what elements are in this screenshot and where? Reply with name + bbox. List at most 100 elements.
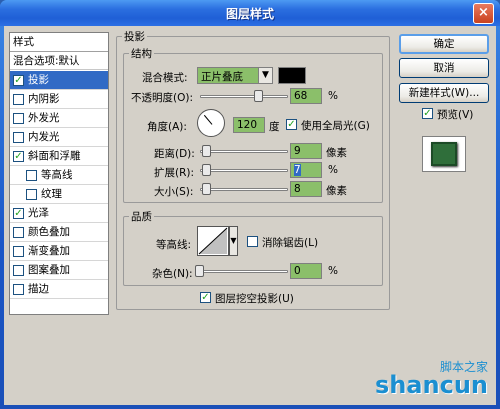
style-item-texture[interactable]: 纹理: [10, 185, 108, 204]
blend-mode-label: 混合模式:: [142, 72, 188, 84]
style-item-label: 内发光: [28, 131, 60, 143]
styles-list: 样式 混合选项:默认 ✓ 投影 内阴影 外发光 内发光 ✓ 斜面和浮雕 等高线 …: [9, 32, 109, 315]
style-item-color-overlay[interactable]: 颜色叠加: [10, 223, 108, 242]
style-item-bevel-emboss[interactable]: ✓ 斜面和浮雕: [10, 147, 108, 166]
style-item-label: 颜色叠加: [28, 226, 70, 238]
angle-label: 角度(A):: [147, 121, 187, 133]
preview-checkbox[interactable]: ✓: [422, 108, 433, 119]
global-light-checkbox[interactable]: ✓: [286, 119, 297, 130]
checkbox-icon[interactable]: [26, 189, 37, 200]
size-input[interactable]: 8: [290, 181, 322, 197]
checkbox-icon[interactable]: ✓: [13, 151, 24, 162]
style-item-drop-shadow[interactable]: ✓ 投影: [10, 71, 108, 90]
quality-title: 品质: [129, 209, 154, 224]
opacity-unit: %: [328, 90, 338, 102]
new-style-button[interactable]: 新建样式(W)...: [399, 83, 489, 103]
noise-slider-track[interactable]: [200, 270, 288, 273]
blend-mode-select[interactable]: 正片叠底 ▼: [197, 67, 273, 84]
anti-alias-checkbox[interactable]: [247, 236, 258, 247]
checkbox-icon[interactable]: [13, 113, 24, 124]
noise-slider-thumb[interactable]: [195, 265, 204, 277]
checkbox-icon[interactable]: [13, 246, 24, 257]
angle-unit: 度: [269, 121, 280, 133]
opacity-slider-thumb[interactable]: [254, 90, 263, 102]
distance-unit: 像素: [326, 147, 347, 159]
size-slider-track[interactable]: [200, 188, 288, 191]
ok-button[interactable]: 确定: [399, 34, 489, 54]
shadow-color-swatch[interactable]: [278, 67, 306, 84]
blend-options-item[interactable]: 混合选项:默认: [10, 52, 108, 70]
spread-value: 7: [294, 164, 301, 176]
style-item-label: 斜面和浮雕: [28, 150, 81, 162]
style-item-contour[interactable]: 等高线: [10, 166, 108, 185]
window-title: 图层样式: [225, 7, 274, 21]
contour-label: 等高线:: [156, 239, 192, 251]
noise-input[interactable]: 0: [290, 263, 322, 279]
style-item-stroke[interactable]: 描边: [10, 280, 108, 299]
preview-label[interactable]: 预览(V): [437, 107, 473, 122]
checkbox-icon[interactable]: [13, 227, 24, 238]
preview-swatch-inner: [431, 142, 457, 166]
global-light-label[interactable]: 使用全局光(G): [301, 118, 370, 133]
size-slider-thumb[interactable]: [202, 183, 211, 195]
drop-shadow-title: 投影: [122, 29, 147, 44]
style-item-label: 等高线: [41, 169, 73, 181]
style-item-label: 描边: [28, 283, 49, 295]
style-item-label: 内阴影: [28, 93, 60, 105]
angle-input[interactable]: 120: [233, 117, 265, 133]
style-item-outer-glow[interactable]: 外发光: [10, 109, 108, 128]
style-item-inner-glow[interactable]: 内发光: [10, 128, 108, 147]
checkbox-icon[interactable]: [13, 265, 24, 276]
dialog-window: 图层样式 × 样式 混合选项:默认 ✓ 投影 内阴影 外发光 内发光 ✓ 斜面和…: [0, 0, 500, 409]
distance-slider-track[interactable]: [200, 150, 288, 153]
spread-input[interactable]: 7: [290, 162, 322, 178]
contour-picker[interactable]: [197, 226, 229, 256]
checkbox-icon[interactable]: ✓: [13, 75, 24, 86]
spread-unit: %: [328, 164, 338, 176]
spread-label: 扩展(R):: [154, 167, 195, 179]
chevron-down-icon[interactable]: ▼: [258, 68, 272, 83]
noise-label: 杂色(N):: [152, 268, 193, 280]
checkbox-icon[interactable]: ✓: [13, 208, 24, 219]
dialog-client: 样式 混合选项:默认 ✓ 投影 内阴影 外发光 内发光 ✓ 斜面和浮雕 等高线 …: [4, 26, 496, 405]
knockout-label[interactable]: 图层挖空投影(U): [215, 291, 294, 306]
anti-alias-label[interactable]: 消除锯齿(L): [262, 235, 318, 250]
style-item-label: 渐变叠加: [28, 245, 70, 257]
contour-dropdown-arrow-icon[interactable]: ▼: [229, 226, 238, 256]
angle-needle-icon: [203, 114, 213, 125]
style-item-label: 纹理: [41, 188, 62, 200]
opacity-slider-track[interactable]: [200, 95, 288, 98]
distance-slider-thumb[interactable]: [202, 145, 211, 157]
distance-input[interactable]: 9: [290, 143, 322, 159]
checkbox-icon[interactable]: [13, 284, 24, 295]
blend-mode-value: 正片叠底: [201, 71, 243, 83]
distance-label: 距离(D):: [154, 148, 195, 160]
opacity-label: 不透明度(O):: [131, 92, 193, 104]
preview-thumbnail: [422, 136, 466, 172]
title-bar[interactable]: 图层样式 ×: [0, 0, 500, 26]
size-label: 大小(S):: [154, 186, 194, 198]
style-item-label: 投影: [28, 74, 49, 86]
contour-curve-icon: [198, 227, 228, 255]
close-button[interactable]: ×: [473, 3, 494, 24]
checkbox-icon[interactable]: [13, 94, 24, 105]
spread-slider-thumb[interactable]: [202, 164, 211, 176]
style-item-gradient-overlay[interactable]: 渐变叠加: [10, 242, 108, 261]
checkbox-icon[interactable]: [13, 132, 24, 143]
opacity-input[interactable]: 68: [290, 88, 322, 104]
noise-unit: %: [328, 265, 338, 277]
style-item-satin[interactable]: ✓ 光泽: [10, 204, 108, 223]
knockout-checkbox[interactable]: ✓: [200, 292, 211, 303]
angle-dial[interactable]: [197, 109, 225, 137]
spread-slider-track[interactable]: [200, 169, 288, 172]
style-item-label: 外发光: [28, 112, 60, 124]
structure-title: 结构: [129, 46, 154, 61]
watermark-logo: shancun: [374, 371, 488, 399]
cancel-button[interactable]: 取消: [399, 58, 489, 78]
style-item-label: 图案叠加: [28, 264, 70, 276]
style-item-pattern-overlay[interactable]: 图案叠加: [10, 261, 108, 280]
checkbox-icon[interactable]: [26, 170, 37, 181]
size-unit: 像素: [326, 185, 347, 197]
styles-header[interactable]: 样式: [10, 33, 108, 52]
style-item-inner-shadow[interactable]: 内阴影: [10, 90, 108, 109]
